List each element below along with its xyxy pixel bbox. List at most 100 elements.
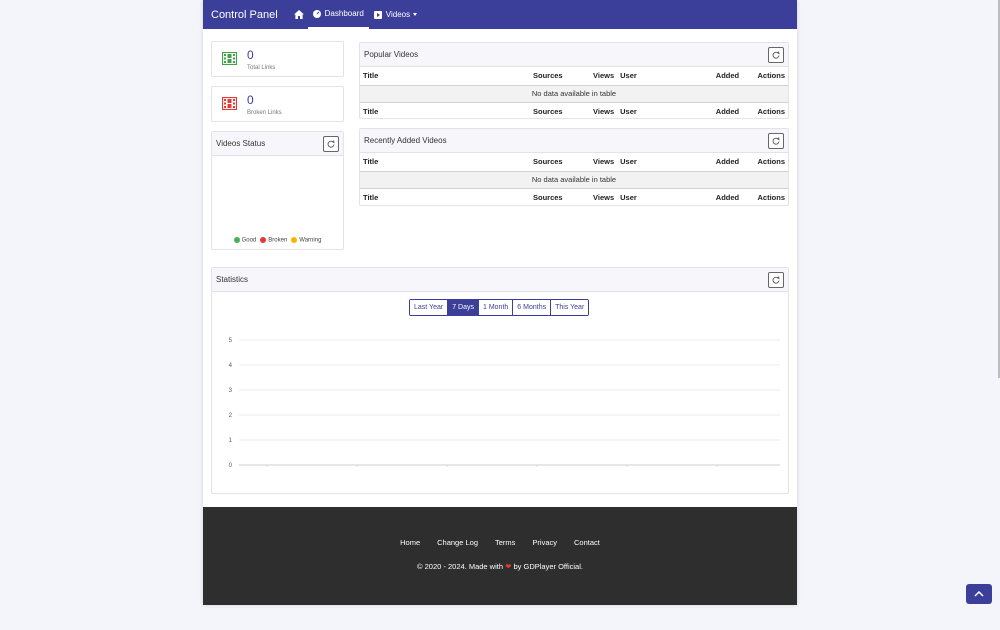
legend-label: Warning [299,238,322,244]
refresh-icon [327,139,335,148]
film-icon [221,96,238,112]
col-views[interactable]: Views [590,153,618,172]
legend-warning[interactable]: Warning [291,237,321,244]
col-user: User [617,101,703,120]
chevron-up-icon [974,591,984,597]
nav-dashboard[interactable]: Dashboard [307,0,369,29]
col-sources: Sources [530,101,590,120]
col-user[interactable]: User [617,153,703,172]
col-actions: Actions [742,187,788,206]
statistics-header: Statistics [212,268,788,292]
copyright-prefix: © 2020 - 2024. Made with [417,562,504,571]
refresh-button[interactable] [323,135,339,152]
legend-label: Good [241,238,257,244]
legend-dot [233,237,240,244]
table-header-row: Title Sources Views User Added Actions [360,153,788,172]
broken-links-count: 0 [247,92,254,107]
footer-link-contact[interactable]: Contact [574,538,600,547]
table-row: No data available in table [360,171,788,188]
copyright-suffix[interactable]: by GDPlayer Official. [514,562,583,571]
videos-status-card: Videos Status Good Broken Warning [211,131,344,250]
table-footer-row: Title Sources Views User Added Actions [360,187,788,206]
y-tick-label: 2 [229,413,233,419]
col-title[interactable]: Title [360,153,530,172]
footer-link-changelog[interactable]: Change Log [437,538,478,547]
y-tick-label: 5 [229,338,233,344]
col-title[interactable]: Title [360,67,530,86]
dashboard-icon [312,9,321,18]
footer-copyright: © 2020 - 2024. Made with ❤ by GDPlayer O… [203,562,797,571]
popular-videos-title: Popular Videos [364,50,419,59]
legend-dot [260,237,267,244]
col-views: Views [590,101,618,120]
videos-status-header: Videos Status [212,132,343,156]
video-icon [373,10,382,19]
col-sources: Sources [530,187,590,206]
refresh-button[interactable] [768,271,784,288]
col-sources[interactable]: Sources [530,67,590,86]
legend-dot [291,237,298,244]
col-added[interactable]: Added [702,153,743,172]
range-7-days[interactable]: 7 Days [448,300,479,315]
col-actions[interactable]: Actions [742,67,788,86]
refresh-button[interactable] [768,46,784,63]
scroll-to-top-button[interactable] [966,584,992,604]
recent-videos-table: Title Sources Views User Added Actions N… [360,153,788,206]
empty-message: No data available in table [360,171,788,188]
col-actions[interactable]: Actions [742,153,788,172]
range-this-year[interactable]: This Year [551,300,589,315]
table-header-row: Title Sources Views User Added Actions [360,67,788,86]
recent-videos-title: Recently Added Videos [364,136,447,145]
legend-broken[interactable]: Broken [260,237,287,244]
y-tick-label: 3 [229,388,233,394]
col-sources[interactable]: Sources [530,153,590,172]
legend-label: Broken [268,238,288,244]
home-icon[interactable] [290,0,308,29]
y-tick-label: 4 [229,363,233,369]
top-navbar: Control Panel Dashboard Videos [203,0,797,29]
col-title: Title [360,187,530,206]
footer-link-privacy[interactable]: Privacy [532,538,557,547]
nav-videos-label: Videos [385,10,411,19]
brand-title[interactable]: Control Panel [211,9,278,21]
chevron-down-icon [413,13,418,16]
broken-links-label: Broken Links [247,109,282,116]
total-links-count: 0 [247,47,254,62]
col-title: Title [360,101,530,120]
range-6-months[interactable]: 6 Months [513,300,552,315]
footer: Home Change Log Terms Privacy Contact © … [203,507,797,605]
page-wrapper: Control Panel Dashboard Videos 0 Total L… [203,0,797,605]
table-footer-row: Title Sources Views User Added Actions [360,101,788,120]
recent-videos-card: Recently Added Videos Title Sources View… [359,128,789,206]
refresh-icon [772,50,780,59]
legend-good[interactable]: Good [233,237,257,244]
col-added: Added [702,101,743,120]
broken-links-card: 0 Broken Links [211,86,344,122]
heart-icon: ❤ [505,562,512,571]
statistics-title: Statistics [216,275,249,284]
col-actions: Actions [742,101,788,120]
col-added[interactable]: Added [702,67,743,86]
popular-videos-card: Popular Videos Title Sources Views User … [359,42,789,120]
refresh-icon [772,275,780,284]
total-links-card: 0 Total Links [211,41,344,77]
nav-dashboard-label: Dashboard [324,9,364,18]
refresh-icon [772,136,780,145]
range-selector: Last Year 7 Days 1 Month 6 Months This Y… [409,299,590,316]
videos-status-title: Videos Status [216,139,266,148]
col-added: Added [702,187,743,206]
empty-message: No data available in table [360,85,788,102]
popular-videos-table: Title Sources Views User Added Actions N… [360,67,788,120]
col-views[interactable]: Views [590,67,618,86]
footer-link-home[interactable]: Home [400,538,420,547]
recent-videos-header: Recently Added Videos [360,129,788,153]
range-1-month[interactable]: 1 Month [479,300,514,315]
refresh-button[interactable] [768,132,784,149]
footer-link-terms[interactable]: Terms [495,538,515,547]
statistics-card: Statistics Last Year 7 Days 1 Month 6 Mo… [211,267,789,494]
y-tick-label: 0 [229,463,233,469]
nav-videos[interactable]: Videos [369,0,422,29]
col-user[interactable]: User [617,67,703,86]
range-last-year[interactable]: Last Year [410,300,449,315]
total-links-label: Total Links [247,64,276,71]
